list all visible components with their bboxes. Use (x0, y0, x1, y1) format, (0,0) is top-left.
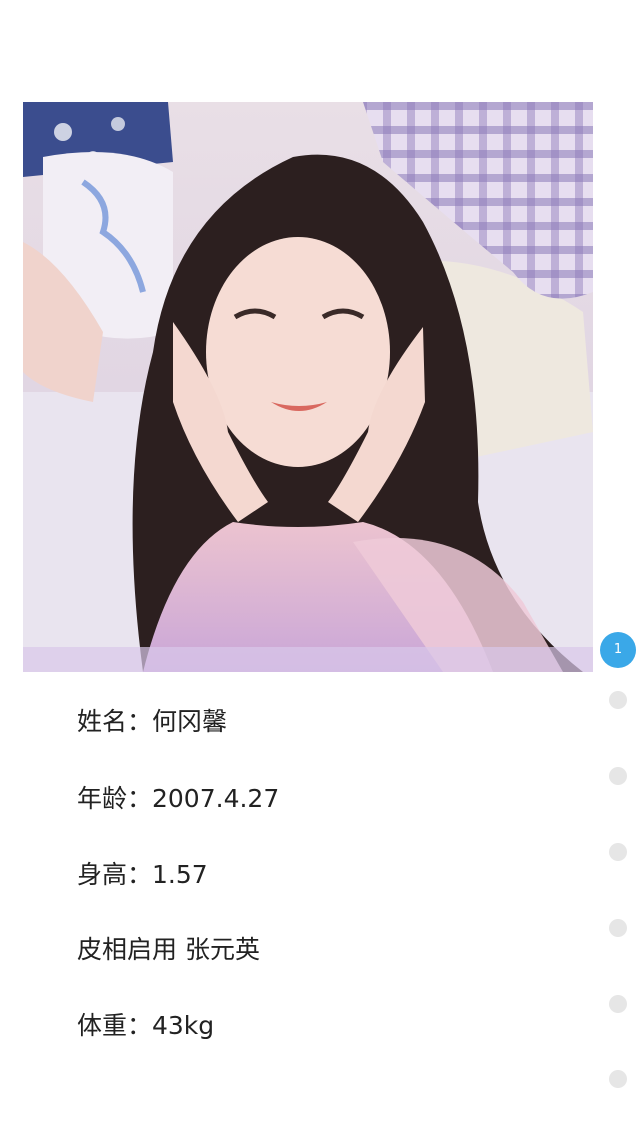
face-template-text: 皮相启用 张元英 (77, 935, 260, 964)
profile-photo[interactable] (23, 102, 593, 672)
page-dot[interactable] (609, 1070, 627, 1088)
name-text: 姓名：何冈馨 (77, 707, 228, 736)
portrait-photo-icon (23, 102, 593, 672)
page-dot[interactable] (609, 843, 627, 861)
profile-page: 姓名：何冈馨 年龄：2007.4.27 身高：1.57 皮相启用 张元英 体重：… (0, 0, 640, 1138)
page-dot-active[interactable]: 1 (600, 632, 636, 668)
weight-text: 体重：43kg (77, 1011, 215, 1040)
page-dot[interactable] (609, 767, 627, 785)
birthdate-text: 年龄：2007.4.27 (77, 784, 280, 813)
page-dot[interactable] (609, 995, 627, 1013)
height-text: 身高：1.57 (77, 860, 208, 889)
page-dot[interactable] (609, 919, 627, 937)
page-dot[interactable] (609, 691, 627, 709)
